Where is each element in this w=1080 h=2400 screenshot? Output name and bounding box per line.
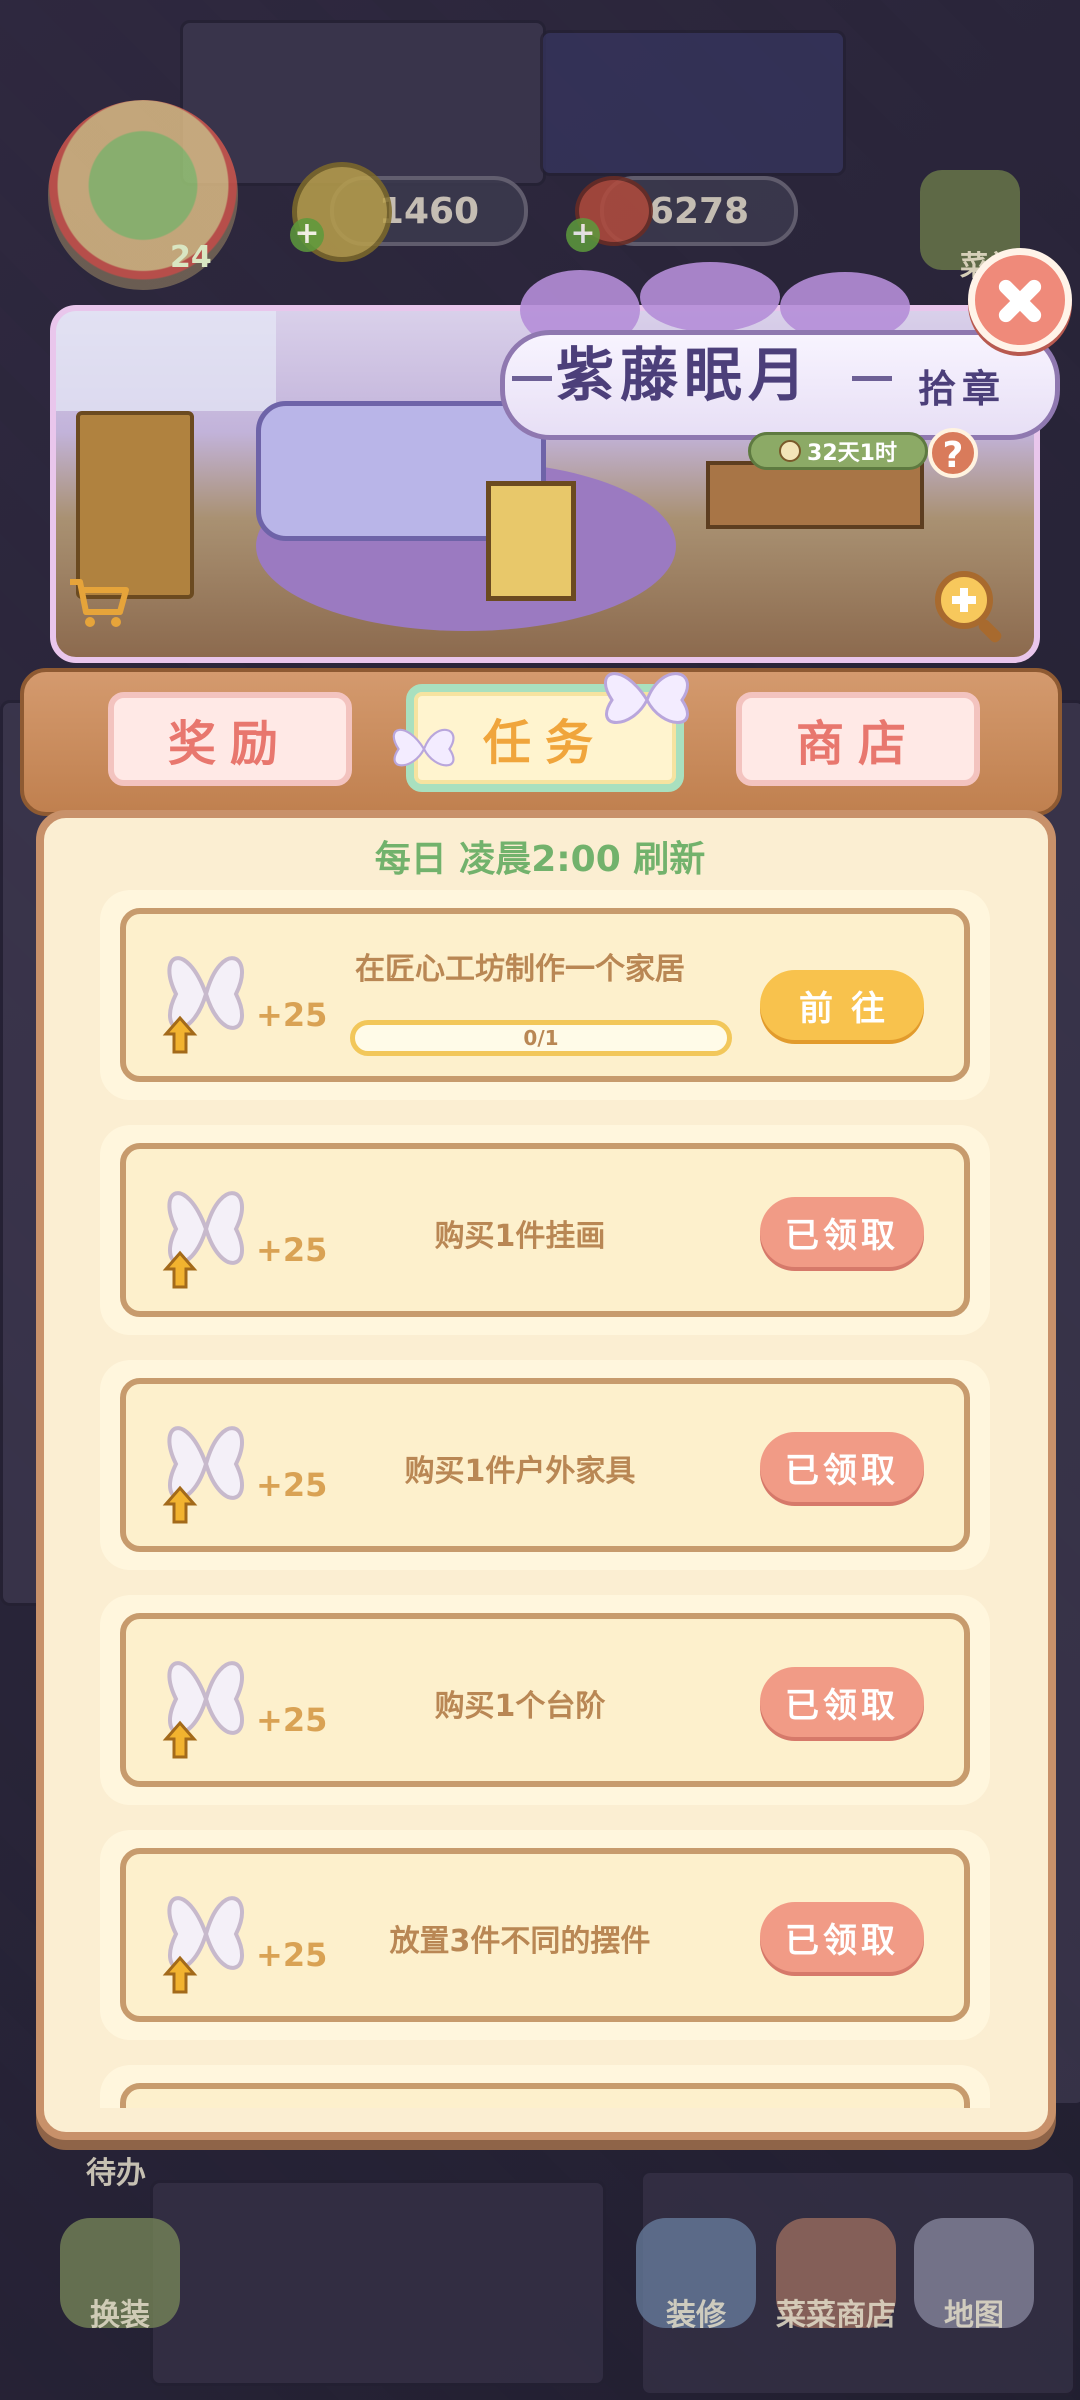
room-easel (486, 481, 576, 601)
task-card (120, 2083, 970, 2108)
butterfly-reward-icon (162, 1191, 244, 1289)
task-title: 购买1件户外家具 (404, 1454, 636, 1489)
map-label: 地图 (944, 2298, 1004, 2333)
task-item: +25 购买1件挂画 已领取 (100, 1125, 990, 1335)
cart-icon[interactable] (68, 578, 130, 628)
wisteria-decoration (640, 262, 780, 332)
refresh-note: 每日 凌晨2:00 刷新 (374, 839, 706, 880)
event-title: 紫藤眠月 (556, 341, 813, 409)
add-berries-icon[interactable]: + (566, 218, 600, 252)
task-title: 在匠心工坊制作一个家居 (355, 952, 685, 987)
task-title: 放置3件不同的摆件 (389, 1924, 651, 1959)
task-item: +25 购买1件户外家具 已领取 (100, 1360, 990, 1570)
dress-up-label: 换装 (90, 2298, 150, 2333)
room-flower-shelf (76, 411, 194, 599)
event-timer-text: 32天1时 (807, 441, 897, 466)
title-dash-right (852, 376, 892, 381)
task-progress: 0/1 (350, 1020, 732, 1056)
butterfly-reward-icon (162, 1896, 244, 1994)
clock-icon (779, 440, 802, 462)
task-item: +25 购买1个台阶 已领取 (100, 1595, 990, 1805)
task-title: 购买1个台阶 (434, 1689, 606, 1724)
room-desk (706, 461, 924, 529)
reward-amount: +25 (256, 996, 328, 1034)
butterfly-icon (604, 672, 689, 724)
claimed-button[interactable]: 已领取 (760, 1432, 924, 1502)
todo-label[interactable]: 待办 (66, 2148, 166, 2192)
chapter-badge: 拾章 (918, 367, 1007, 411)
help-button[interactable]: ? (928, 428, 978, 478)
decorate-label: 装修 (666, 2298, 726, 2333)
butterfly-reward-icon (162, 956, 244, 1054)
butterfly-icon (392, 728, 455, 767)
task-item (100, 2065, 990, 2108)
event-timer: 32天1时 (748, 432, 928, 470)
tab-rewards[interactable]: 奖励 (108, 692, 352, 786)
zoom-icon[interactable] (930, 566, 1010, 646)
claimed-button[interactable]: 已领取 (760, 1902, 924, 1972)
room-window (56, 311, 276, 411)
title-dash-left (512, 376, 552, 381)
butterfly-reward-icon (162, 1426, 244, 1524)
vegetable-shop-label: 菜菜商店 (776, 2298, 896, 2333)
claimed-button[interactable]: 已领取 (760, 1667, 924, 1737)
butterfly-reward-icon (162, 1661, 244, 1759)
claimed-button[interactable]: 已领取 (760, 1197, 924, 1267)
task-title: 购买1件挂画 (434, 1219, 606, 1254)
player-level: 24 (170, 240, 212, 275)
go-button[interactable]: 前往 (760, 970, 924, 1040)
add-coins-icon[interactable]: + (290, 218, 324, 252)
task-item: +25 放置3件不同的摆件 已领取 (100, 1830, 990, 2040)
task-list[interactable]: +25 在匠心工坊制作一个家居 0/1 前往 +25 购买1件挂画 已领取 +2… (100, 890, 990, 2108)
task-item: +25 在匠心工坊制作一个家居 0/1 前往 (100, 890, 990, 1100)
close-button[interactable] (968, 248, 1072, 352)
tab-shop[interactable]: 商店 (736, 692, 980, 786)
